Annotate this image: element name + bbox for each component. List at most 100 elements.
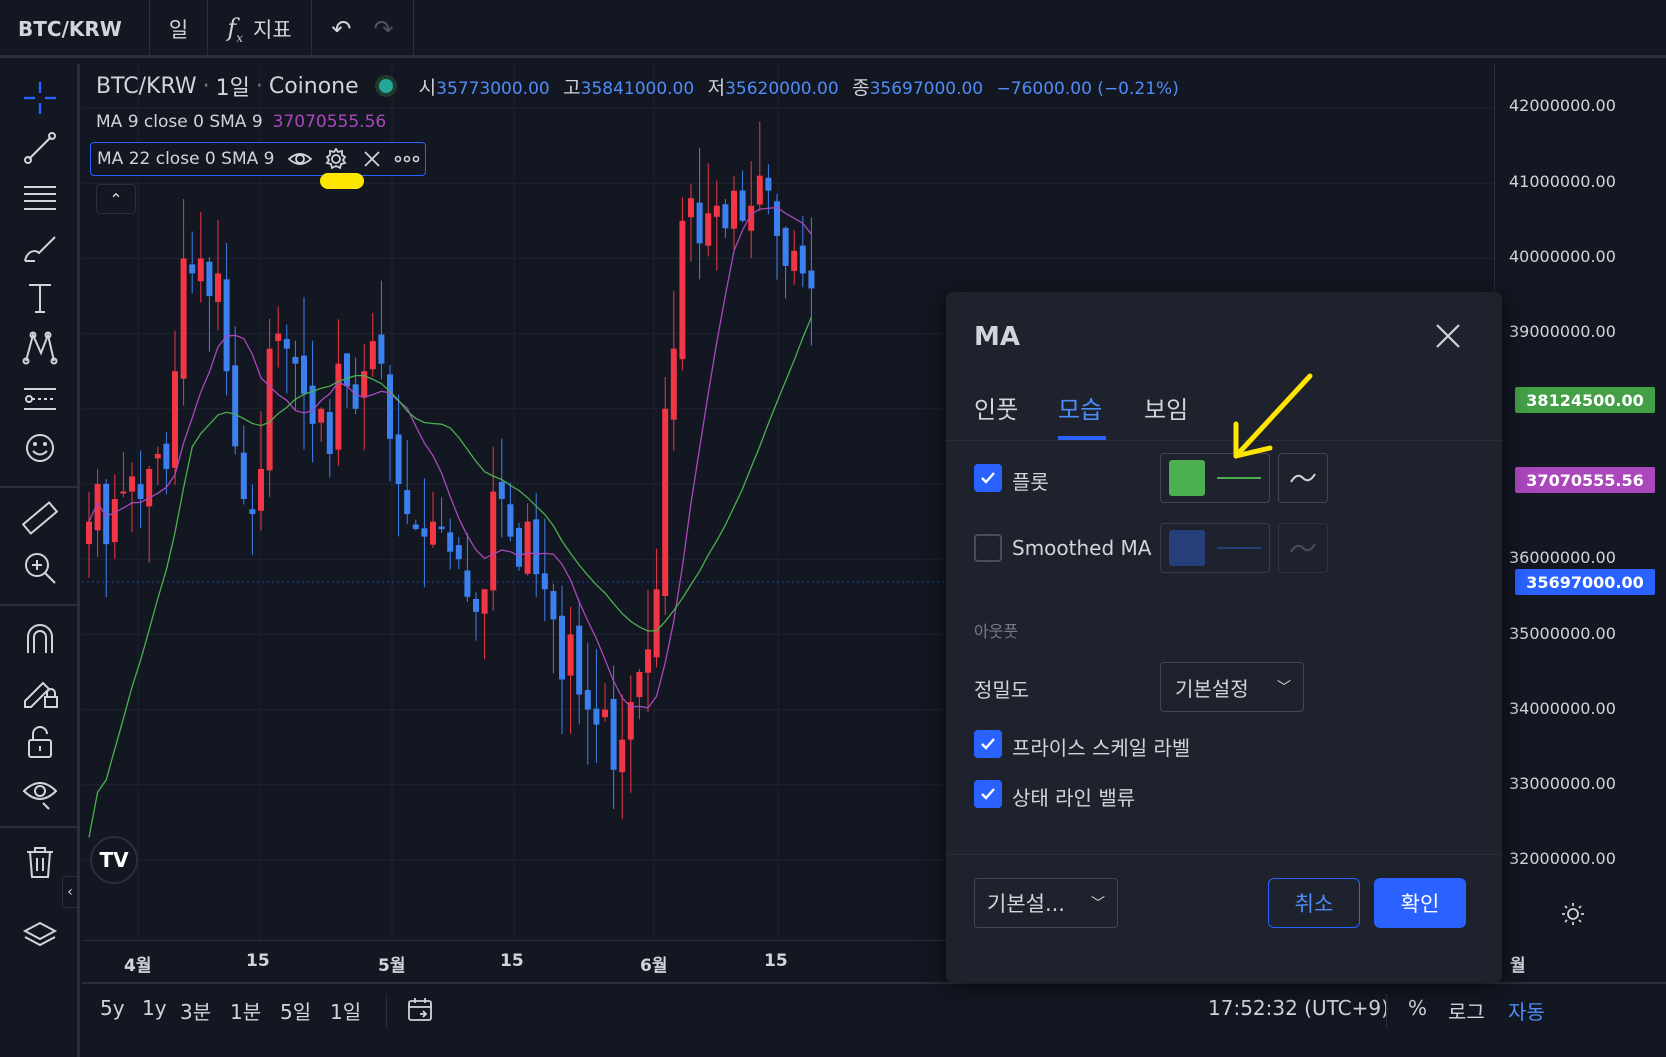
range-1m[interactable]: 1분 xyxy=(230,996,261,1025)
legend-sep: · xyxy=(255,73,263,99)
trend-line-icon[interactable] xyxy=(18,126,62,170)
checkbox-icon xyxy=(981,788,995,800)
range-5d[interactable]: 5일 xyxy=(280,996,311,1025)
candle-body xyxy=(335,363,342,450)
cancel-button[interactable]: 취소 xyxy=(1268,878,1360,928)
line-style-icon[interactable] xyxy=(1278,523,1328,573)
ma9-line xyxy=(88,206,812,709)
price-scale-checkbox[interactable] xyxy=(974,730,1002,758)
color-swatch xyxy=(1169,530,1205,566)
percent-toggle[interactable]: % xyxy=(1408,996,1427,1020)
crosshair-icon[interactable] xyxy=(18,76,62,120)
emoji-icon[interactable] xyxy=(18,426,62,470)
fib-icon[interactable] xyxy=(18,176,62,220)
range-1y[interactable]: 1y xyxy=(142,996,167,1020)
ok-button[interactable]: 확인 xyxy=(1374,878,1466,928)
undo-icon[interactable]: ↶ xyxy=(331,15,351,43)
candle-body xyxy=(120,491,127,494)
tradingview-logo[interactable]: TV xyxy=(90,836,138,884)
range-1d[interactable]: 1일 xyxy=(330,996,361,1025)
candle-body xyxy=(662,408,669,597)
lock-icon[interactable] xyxy=(18,720,62,764)
candle-body xyxy=(791,250,798,271)
settings-icon[interactable] xyxy=(1559,900,1587,928)
smoothed-label: Smoothed MA xyxy=(1012,536,1152,560)
candle-body xyxy=(576,625,583,695)
candle-body xyxy=(172,371,178,468)
close-icon[interactable] xyxy=(354,149,390,169)
function-icon: fx xyxy=(227,13,244,45)
candle-body xyxy=(541,573,548,590)
zoom-in-icon[interactable] xyxy=(18,546,62,590)
eye-icon[interactable] xyxy=(282,149,318,169)
pattern-icon[interactable] xyxy=(18,326,62,370)
color-swatch xyxy=(1169,460,1205,496)
candle-body xyxy=(447,532,454,552)
ohlc-values: 시35773000.00 고35841000.00 저35620000.00 종… xyxy=(418,76,1179,99)
precision-value: 기본설정 xyxy=(1175,676,1249,701)
candle-body xyxy=(249,509,256,515)
ruler-icon[interactable] xyxy=(18,496,62,540)
precision-select[interactable]: 기본설정 ﹀ xyxy=(1160,662,1304,712)
close-icon[interactable] xyxy=(1430,318,1466,354)
collapse-panel-icon[interactable]: ‹ xyxy=(62,876,78,908)
time-tick: 월 xyxy=(1510,956,1526,976)
bottom-divider xyxy=(386,994,387,1028)
lock-drawings-icon[interactable] xyxy=(18,668,62,712)
text-icon[interactable] xyxy=(18,276,62,320)
tab-divider xyxy=(946,440,1502,441)
ma9-legend[interactable]: MA 9 close 0 SMA 9 37070555.56 xyxy=(96,112,386,132)
candle-body xyxy=(610,698,617,770)
candle-body xyxy=(421,528,428,537)
bottom-toolbar: 5y 1y 3분 1분 5일 1일 17:52:32 (UTC+9) % 로그 … xyxy=(82,982,1666,1057)
legend-collapse-button[interactable]: ⌃ xyxy=(96,184,136,214)
plot-checkbox[interactable] xyxy=(974,464,1002,492)
indicators-button[interactable]: fx 지표 xyxy=(208,0,312,58)
line-preview xyxy=(1217,477,1261,479)
trash-icon[interactable] xyxy=(18,840,62,884)
calendar-icon[interactable] xyxy=(406,996,434,1029)
layers-icon[interactable] xyxy=(18,914,62,958)
ma22-legend[interactable]: MA 22 close 0 SMA 9 xyxy=(90,142,426,176)
candle-body xyxy=(670,348,677,420)
defaults-button[interactable]: 기본설... ﹀ xyxy=(974,878,1118,928)
gear-icon[interactable] xyxy=(318,147,354,171)
candle-body xyxy=(782,227,789,266)
brush-icon[interactable] xyxy=(18,226,62,270)
status-line-checkbox[interactable] xyxy=(974,780,1002,808)
redo-icon[interactable]: ↷ xyxy=(374,15,394,43)
candle-body xyxy=(808,270,815,289)
candle-body xyxy=(559,615,565,680)
clock-display[interactable]: 17:52:32 (UTC+9) xyxy=(1208,996,1389,1020)
tab-inputs[interactable]: 인풋 xyxy=(974,390,1018,425)
auto-toggle[interactable]: 자동 xyxy=(1508,996,1545,1025)
smoothed-checkbox[interactable] xyxy=(974,534,1002,562)
symbol-search-button[interactable]: BTC/KRW xyxy=(0,0,150,58)
candle-body xyxy=(739,190,746,221)
price-tick: 40000000.00 xyxy=(1509,247,1616,266)
candle-body xyxy=(395,434,402,484)
interval-button[interactable]: 일 xyxy=(150,0,208,58)
price-axis[interactable]: 42000000.00 41000000.00 40000000.00 3900… xyxy=(1494,64,1666,940)
candle-body xyxy=(154,453,161,459)
tab-visibility[interactable]: 보임 xyxy=(1144,390,1188,425)
candle-body xyxy=(731,190,737,229)
candle-body xyxy=(765,177,772,191)
range-5y[interactable]: 5y xyxy=(100,996,125,1020)
candle-body xyxy=(688,198,694,218)
active-tab-indicator xyxy=(1058,436,1106,440)
more-icon[interactable] xyxy=(389,155,425,163)
prediction-icon[interactable] xyxy=(18,376,62,420)
candle-body xyxy=(137,484,144,500)
legend-exchange: Coinone xyxy=(268,73,359,99)
candle-body xyxy=(258,468,264,511)
tab-style[interactable]: 모습 xyxy=(1058,390,1102,425)
log-toggle[interactable]: 로그 xyxy=(1448,996,1485,1025)
eye-icon[interactable] xyxy=(18,770,62,814)
range-3m[interactable]: 3분 xyxy=(180,996,211,1025)
smoothed-color-button[interactable] xyxy=(1160,523,1270,573)
candle-body xyxy=(464,570,471,597)
candle-body xyxy=(223,279,230,372)
candle-body xyxy=(524,521,531,574)
magnet-icon[interactable] xyxy=(18,616,62,660)
